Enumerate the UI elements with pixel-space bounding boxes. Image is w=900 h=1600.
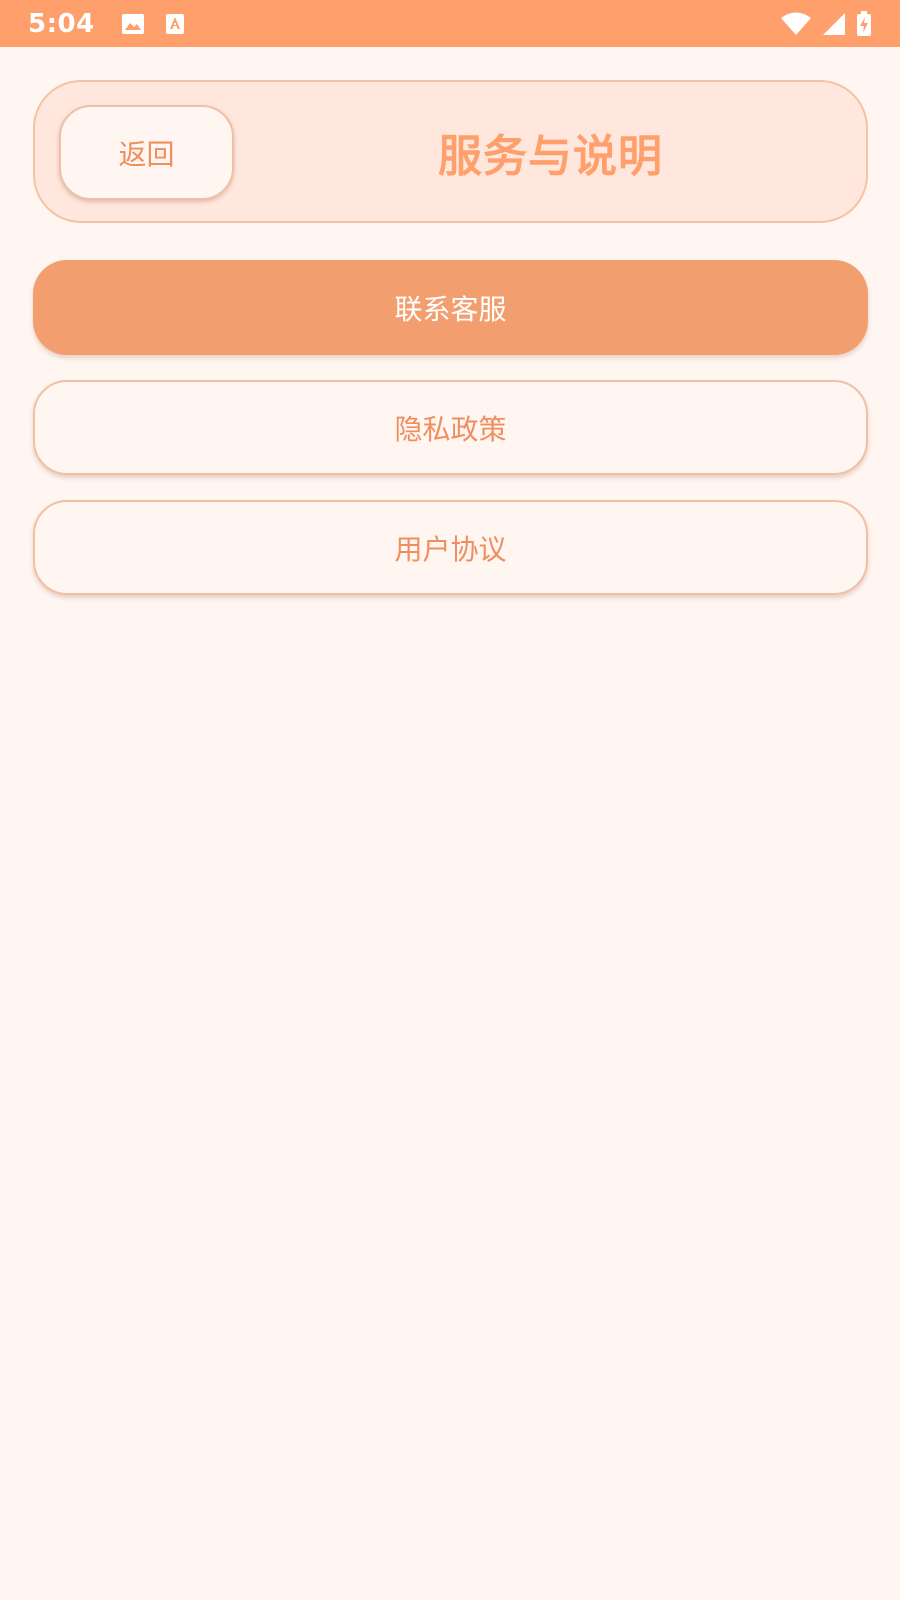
user-agreement-button[interactable]: 用户协议 xyxy=(33,500,868,595)
status-bar: 5:04 xyxy=(0,0,900,47)
wifi-icon xyxy=(780,12,812,36)
battery-charging-icon xyxy=(856,10,872,37)
privacy-policy-button[interactable]: 隐私政策 xyxy=(33,380,868,475)
contact-support-button[interactable]: 联系客服 xyxy=(33,260,868,355)
signal-icon xyxy=(822,12,846,36)
back-button[interactable]: 返回 xyxy=(59,105,234,200)
status-time: 5:04 xyxy=(28,8,95,39)
text-a-icon xyxy=(165,13,185,35)
status-system-icons xyxy=(780,10,872,37)
image-icon xyxy=(121,13,145,35)
header-card: 返回 服务与说明 xyxy=(33,80,868,223)
status-notification-icons xyxy=(121,13,185,35)
page-title: 服务与说明 xyxy=(438,130,663,182)
